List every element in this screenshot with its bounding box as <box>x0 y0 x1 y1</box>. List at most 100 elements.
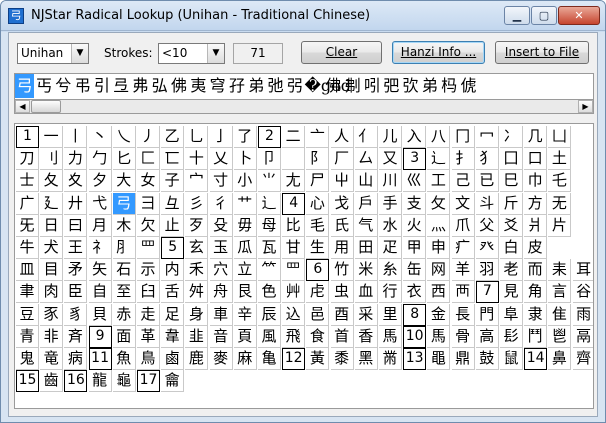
radical-cell[interactable]: 夂 <box>40 170 64 193</box>
radical-cell[interactable]: 羊 <box>451 259 475 282</box>
radical-cell[interactable]: 隶 <box>524 303 548 326</box>
strip-char[interactable]: 弛 <box>266 74 285 98</box>
radical-cell[interactable]: 凵 <box>548 126 572 148</box>
radical-cell[interactable]: 高 <box>475 325 499 348</box>
radical-cell[interactable]: 黍 <box>330 348 354 370</box>
radical-cell[interactable]: 田 <box>354 237 378 259</box>
strip-char[interactable]: 弜 <box>285 74 304 98</box>
radical-cell[interactable]: 辛 <box>233 303 257 326</box>
radical-cell[interactable]: 王 <box>64 237 88 259</box>
radical-cell[interactable]: 鬯 <box>548 325 572 348</box>
radical-cell[interactable]: 阜 <box>500 303 523 326</box>
radical-cell[interactable]: 八 <box>427 126 451 148</box>
radical-cell[interactable]: 艹 <box>233 192 257 215</box>
radical-cell[interactable]: 疋 <box>379 237 402 259</box>
strip-char[interactable]: 吲 <box>362 74 381 98</box>
radical-cell[interactable]: 尸 <box>306 170 330 193</box>
radical-cell[interactable]: 廾 <box>64 192 88 215</box>
close-button[interactable]: ✕ <box>558 6 600 25</box>
radical-cell[interactable]: 酉 <box>330 303 354 326</box>
radical-cell[interactable]: 曰 <box>64 214 88 237</box>
radical-cell[interactable]: 阝 <box>306 148 330 171</box>
radical-cell[interactable]: 示 <box>137 259 160 282</box>
radical-cell[interactable]: 黃 <box>306 348 330 370</box>
radical-cell[interactable]: 聿 <box>16 281 39 304</box>
radical-cell[interactable]: 辶 <box>258 192 281 215</box>
radical-cell[interactable]: 玉 <box>209 237 233 259</box>
radical-cell[interactable]: 廴 <box>40 192 64 215</box>
radical-cell[interactable]: 谷 <box>572 281 593 304</box>
radical-cell[interactable]: 攵 <box>427 192 451 215</box>
radical-cell[interactable]: 入 <box>403 126 427 148</box>
radical-cell[interactable]: 見 <box>500 281 523 304</box>
radical-cell[interactable]: 网 <box>427 259 451 282</box>
radical-cell[interactable]: 大 <box>112 170 136 193</box>
radical-cell[interactable]: 石 <box>112 259 136 282</box>
radical-cell[interactable]: 小 <box>233 170 257 193</box>
radical-cell[interactable]: 而 <box>524 259 548 282</box>
radical-cell[interactable]: 罒 <box>137 237 160 259</box>
radical-cell[interactable]: 了 <box>233 126 257 148</box>
radical-cell[interactable]: 丨 <box>64 126 88 148</box>
radical-cell[interactable]: 寸 <box>209 170 233 193</box>
strokes-select[interactable]: <10 ▼ <box>158 43 225 64</box>
radical-cell[interactable]: 自 <box>88 281 112 304</box>
radical-cell[interactable]: 心 <box>306 192 330 215</box>
radical-cell[interactable]: 耒 <box>548 259 572 282</box>
radical-cell[interactable]: 丶 <box>88 126 112 148</box>
radical-cell[interactable]: 頁 <box>233 325 257 348</box>
radical-cell[interactable]: ⺼ <box>112 237 136 259</box>
radical-cell[interactable]: 采 <box>354 303 378 326</box>
radical-cell[interactable]: 髟 <box>500 325 523 348</box>
radical-cell[interactable] <box>282 148 306 171</box>
radical-cell[interactable]: 士 <box>16 170 39 193</box>
strip-char[interactable]: 弓 <box>15 74 35 98</box>
radical-cell[interactable]: 糸 <box>379 259 402 282</box>
strip-char[interactable]: 佛 <box>324 74 343 98</box>
radical-cell[interactable]: 申 <box>427 237 451 259</box>
radical-cell[interactable]: 勹 <box>88 148 112 171</box>
radical-cell[interactable]: 刀 <box>16 148 39 171</box>
radical-cell[interactable]: 角 <box>524 281 548 304</box>
radical-cell[interactable]: 竹 <box>330 259 354 282</box>
radical-cell[interactable]: 厶 <box>354 148 378 171</box>
radical-cell[interactable]: 耳 <box>572 259 593 282</box>
radical-cell[interactable]: 缶 <box>403 259 427 282</box>
radical-cell[interactable]: 馬 <box>427 325 451 348</box>
radical-cell[interactable]: 屮 <box>330 170 354 193</box>
radical-cell[interactable]: 巾 <box>524 170 548 193</box>
radical-cell[interactable]: 冖 <box>475 126 499 148</box>
radical-cell[interactable]: 込 <box>282 303 306 326</box>
horizontal-scrollbar[interactable]: ◀ ▶ <box>14 99 594 114</box>
radical-cell[interactable]: 齊 <box>572 348 593 370</box>
radical-cell[interactable]: 風 <box>258 325 281 348</box>
radical-cell[interactable]: 手 <box>379 192 402 215</box>
radical-cell[interactable]: 車 <box>209 303 233 326</box>
radical-cell[interactable]: 生 <box>306 237 330 259</box>
radical-cell[interactable]: 灬 <box>427 214 451 237</box>
insert-to-file-button[interactable]: Insert to File <box>495 41 589 64</box>
radical-cell[interactable]: 鬥 <box>524 325 548 348</box>
radical-cell[interactable]: 夕 <box>88 170 112 193</box>
radical-cell[interactable]: 匕 <box>112 148 136 171</box>
radical-cell[interactable]: 儿 <box>379 126 402 148</box>
strip-char[interactable]: 杩 <box>440 74 459 98</box>
radical-cell[interactable]: 香 <box>354 325 378 348</box>
radical-cell[interactable]: 巳 <box>500 170 523 193</box>
radical-cell[interactable]: 鼠 <box>500 348 523 370</box>
radical-cell[interactable]: 巛 <box>403 170 427 193</box>
minimize-button[interactable]: ▁ <box>504 6 530 25</box>
radical-cell[interactable]: 女 <box>137 170 160 193</box>
radical-cell[interactable]: 牛 <box>16 237 39 259</box>
radical-cell[interactable]: 立 <box>233 259 257 282</box>
radical-cell[interactable]: 月 <box>88 214 112 237</box>
radical-cell[interactable]: 黽 <box>427 348 451 370</box>
radical-cell[interactable]: 西 <box>427 281 451 304</box>
hanzi-info-button[interactable]: Hanzi Info ... <box>392 41 485 64</box>
radical-cell[interactable]: 龍 <box>88 370 112 393</box>
radical-cell[interactable]: 囗 <box>500 148 523 171</box>
radical-cell[interactable]: 瓜 <box>233 237 257 259</box>
strip-char[interactable]: 穹 <box>208 74 227 98</box>
radical-cell[interactable]: 扌 <box>451 148 475 171</box>
radical-cell[interactable]: 麻 <box>233 348 257 370</box>
